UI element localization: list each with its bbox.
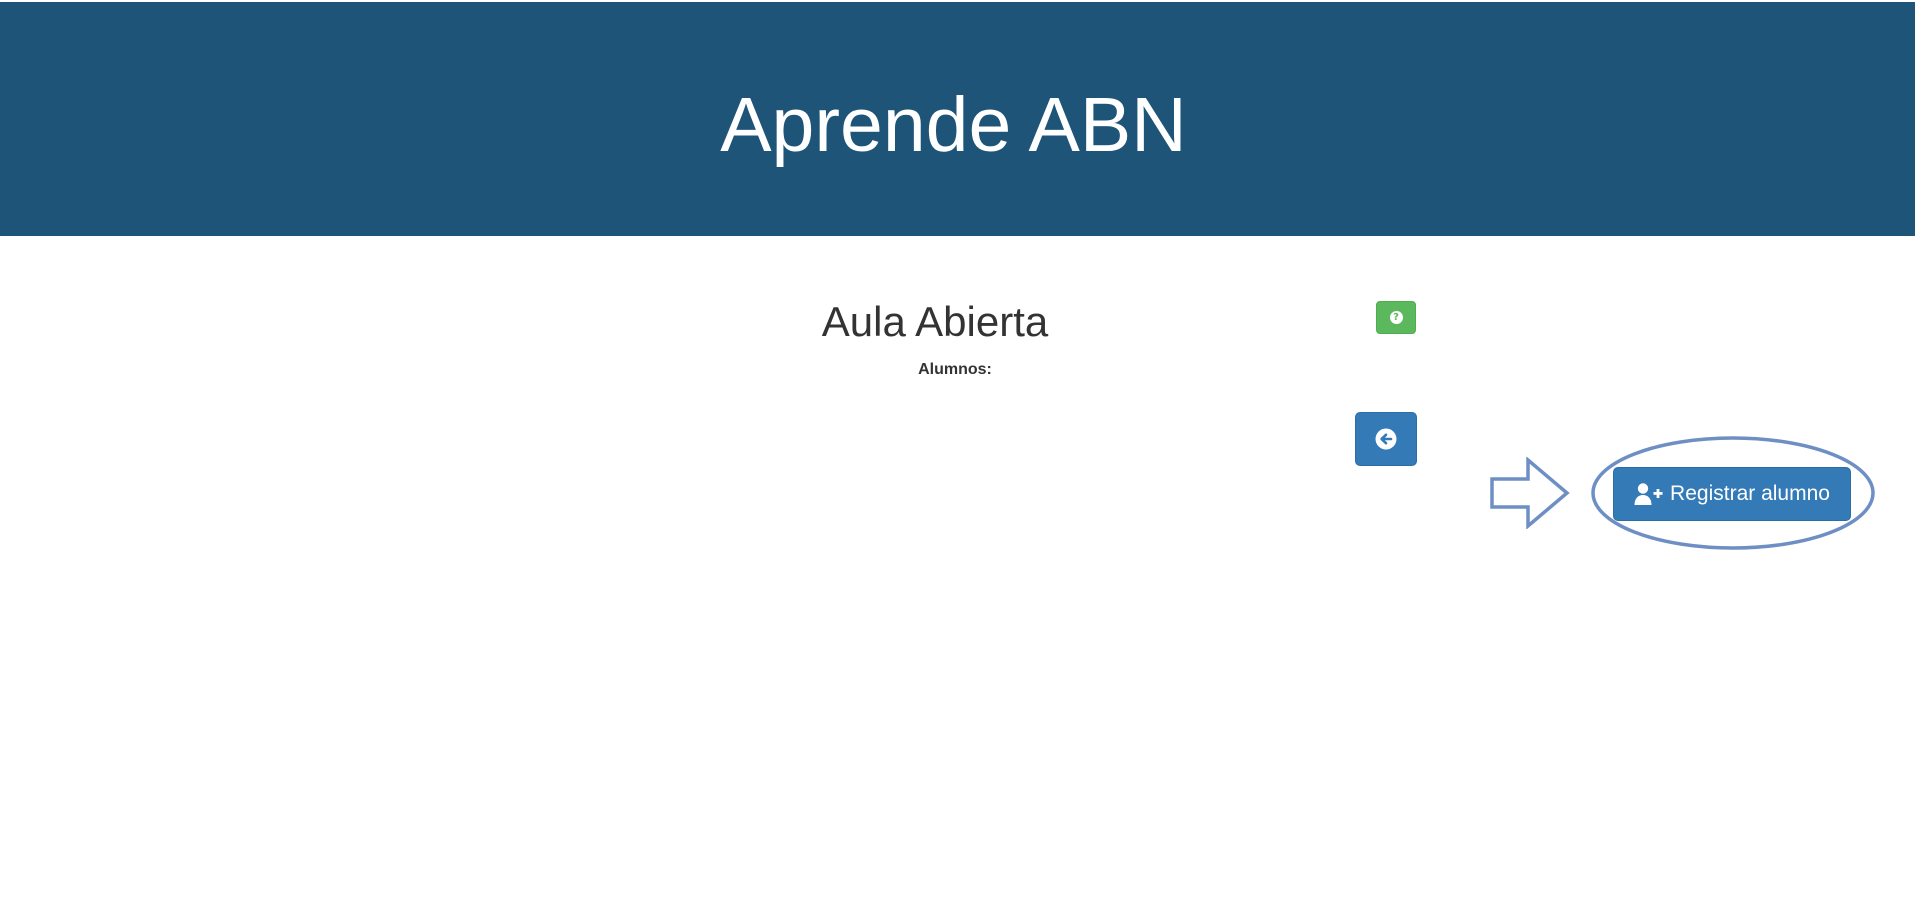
question-circle-icon: ? <box>1389 311 1403 324</box>
register-student-label: Registrar alumno <box>1670 482 1830 505</box>
header-banner: Aprende ABN <box>0 2 1915 236</box>
right-arrow-annotation <box>1490 457 1570 529</box>
app-title: Aprende ABN <box>720 82 1187 168</box>
register-student-button[interactable]: Registrar alumno <box>1613 467 1851 521</box>
help-button[interactable]: ? <box>1376 301 1416 334</box>
page: Aprende ABN Aula Abierta Alumnos: ? Regi… <box>0 0 1915 922</box>
classroom-title: Aula Abierta <box>821 298 1049 345</box>
user-plus-icon <box>1634 483 1663 505</box>
students-label: Alumnos: <box>918 361 992 378</box>
back-button[interactable] <box>1355 412 1417 466</box>
arrow-circle-left-icon <box>1375 428 1397 450</box>
